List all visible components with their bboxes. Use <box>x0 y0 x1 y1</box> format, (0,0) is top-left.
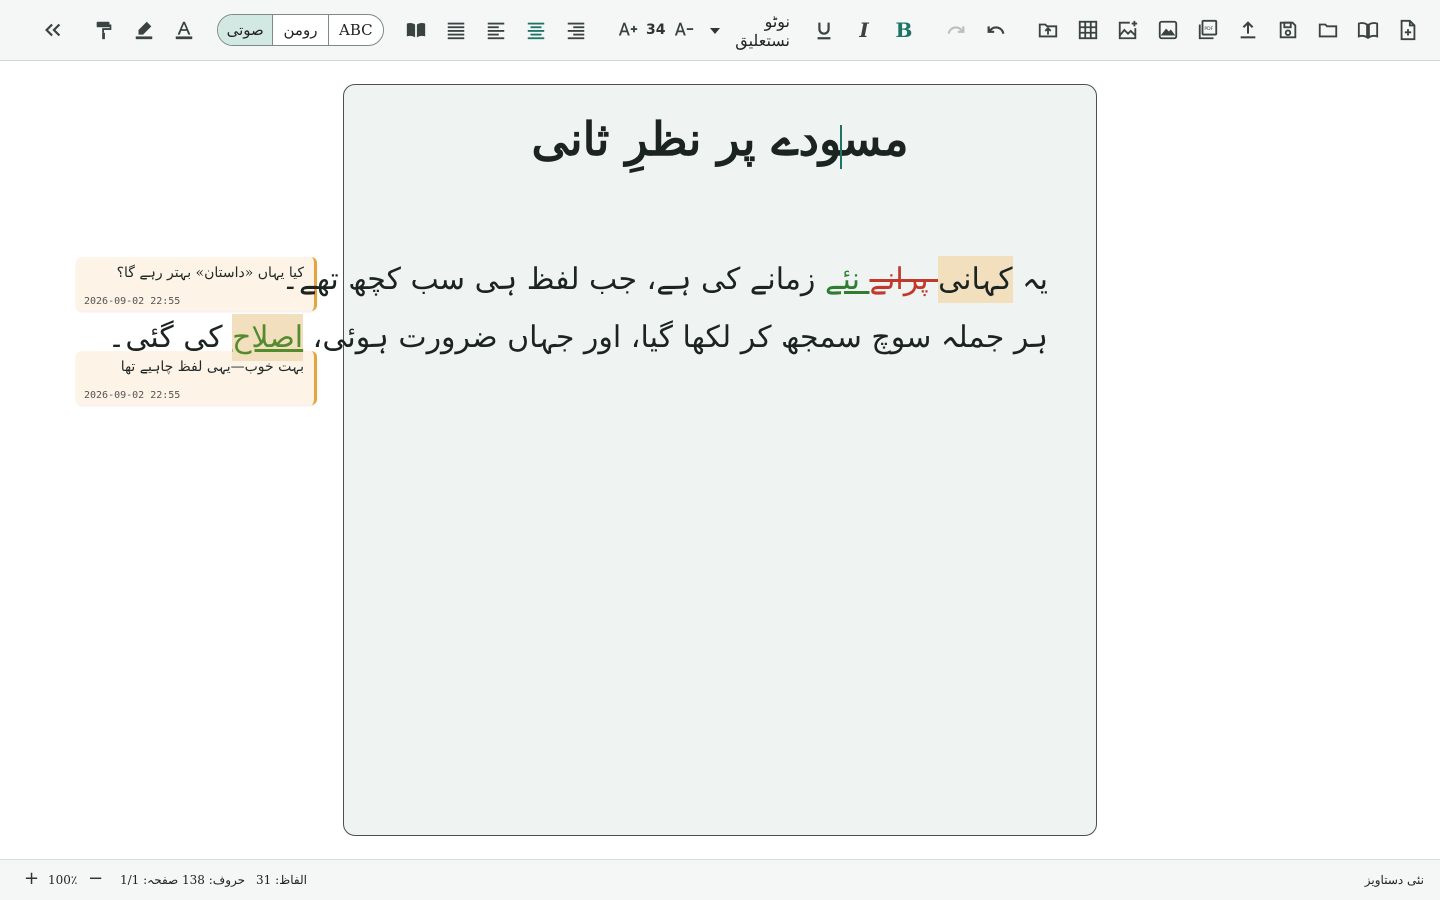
font-decrease-icon <box>674 22 694 36</box>
text-color-button[interactable] <box>167 12 201 48</box>
tracked-insertion[interactable]: نئے <box>825 262 870 297</box>
align-center-icon <box>527 22 545 40</box>
pdf-icon: PDF <box>1198 19 1218 40</box>
save-button[interactable] <box>1271 12 1305 48</box>
text-run: یہ <box>1012 262 1048 297</box>
char-count: حروف: 138 <box>182 873 246 887</box>
text-run: زمانے کی ہے، جب لفظ ہی سب کچھ تھے۔ <box>281 262 825 297</box>
text-color-icon <box>175 21 193 40</box>
keyboard-mode-toggle: صوتی رومن ABC <box>217 14 384 46</box>
collapse-panel-button[interactable] <box>36 12 70 48</box>
align-center-button[interactable] <box>519 12 553 48</box>
upload-folder-button[interactable] <box>1031 12 1065 48</box>
font-size-decrease-button[interactable] <box>667 12 701 48</box>
zoom-out-button[interactable]: − <box>88 868 103 889</box>
font-family-label: نوٹو نستعلیق <box>735 12 790 50</box>
save-icon <box>1279 21 1297 39</box>
page-indicator: صفحہ: 1/1 <box>120 873 179 887</box>
undo-icon <box>987 26 1005 34</box>
document-paragraph-line[interactable]: یہ کہانی پرانے نئے زمانے کی ہے، جب لفظ ہ… <box>281 256 1048 303</box>
align-justify-button[interactable] <box>439 12 473 48</box>
paint-roller-icon <box>96 21 112 40</box>
document-title[interactable]: مسودے پر نظرِ ثانی <box>0 112 1440 166</box>
insert-image-button[interactable] <box>1151 12 1185 48</box>
svg-text:PDF: PDF <box>1204 26 1213 32</box>
status-bar: + 100٪ − صفحہ: 1/1 حروف: 138 الفاظ: 31 ن… <box>0 859 1440 900</box>
text-cursor <box>840 125 842 169</box>
italic-button[interactable]: I <box>847 12 881 48</box>
font-size-increase-button[interactable] <box>611 12 645 48</box>
new-document-button[interactable] <box>1391 12 1425 48</box>
table-icon <box>1078 20 1098 40</box>
format-painter-button[interactable] <box>87 12 121 48</box>
book-view-button[interactable] <box>1351 12 1385 48</box>
add-image-icon <box>1118 20 1138 40</box>
folder-upload-icon <box>1038 23 1058 38</box>
comment-text: بہت خوب—یہی لفظ چاہیے تھا <box>120 359 304 375</box>
folder-icon <box>1318 23 1338 38</box>
text-run: ہر جملہ سوچ سمجھ کر لکھا گیا، اور جہاں ض… <box>303 320 1048 355</box>
open-folder-button[interactable] <box>1311 12 1345 48</box>
upload-button[interactable] <box>1231 12 1265 48</box>
export-pdf-button[interactable]: PDF <box>1191 12 1225 48</box>
zoom-in-button[interactable]: + <box>24 868 39 889</box>
keyboard-mode-abc[interactable]: ABC <box>329 15 383 45</box>
book-icon <box>1357 22 1379 40</box>
keyboard-mode-phonetic[interactable]: صوتی <box>218 15 274 45</box>
commented-highlight[interactable]: کہانی <box>938 256 1013 303</box>
add-image-button[interactable] <box>1111 12 1145 48</box>
insert-table-button[interactable] <box>1071 12 1105 48</box>
comment-timestamp: 2026-09-02 22:55 <box>84 390 181 401</box>
text-run: کی گئی۔ <box>107 320 233 355</box>
double-chevron-left-icon <box>45 23 61 37</box>
font-size-value[interactable]: 34 <box>646 22 665 38</box>
comment-text: کیا یہاں «داستان» بہتر رہے گا؟ <box>116 265 304 281</box>
document-page[interactable] <box>343 84 1097 836</box>
book-open-icon <box>406 22 426 38</box>
zoom-level: 100٪ <box>48 873 78 887</box>
align-right-icon <box>567 22 585 40</box>
align-left-button[interactable] <box>479 12 513 48</box>
underline-icon <box>817 22 831 40</box>
comment-timestamp: 2026-09-02 22:55 <box>84 296 181 307</box>
align-justify-icon <box>447 22 465 40</box>
font-family-select[interactable]: نوٹو نستعلیق <box>710 12 790 50</box>
highlighter-icon <box>135 21 153 40</box>
chevron-down-icon <box>710 28 720 34</box>
highlight-color-button[interactable] <box>127 12 161 48</box>
bold-button[interactable]: B <box>887 12 921 48</box>
align-right-button[interactable] <box>559 12 593 48</box>
document-name: نئی دستاویز <box>1364 873 1424 887</box>
keyboard-mode-roman[interactable]: رومن <box>273 15 329 45</box>
document-paragraph-line[interactable]: ہر جملہ سوچ سمجھ کر لکھا گیا، اور جہاں ض… <box>107 314 1048 361</box>
reading-mode-button[interactable] <box>399 12 433 48</box>
word-count: الفاظ: 31 <box>256 873 307 887</box>
underline-button[interactable] <box>807 12 841 48</box>
upload-icon <box>1240 21 1256 39</box>
toolbar: صوتی رومن ABC 34 نوٹو نستعلیق I B PDF <box>0 0 1440 61</box>
redo-button[interactable] <box>939 12 973 48</box>
redo-icon <box>947 26 965 34</box>
add-file-icon <box>1400 19 1416 41</box>
font-increase-icon <box>618 22 638 36</box>
align-left-icon <box>487 22 505 40</box>
image-icon <box>1158 20 1178 40</box>
tracked-deletion[interactable]: پرانے <box>869 262 938 297</box>
undo-button[interactable] <box>979 12 1013 48</box>
commented-insertion-highlight[interactable]: اصلاح <box>232 314 304 361</box>
